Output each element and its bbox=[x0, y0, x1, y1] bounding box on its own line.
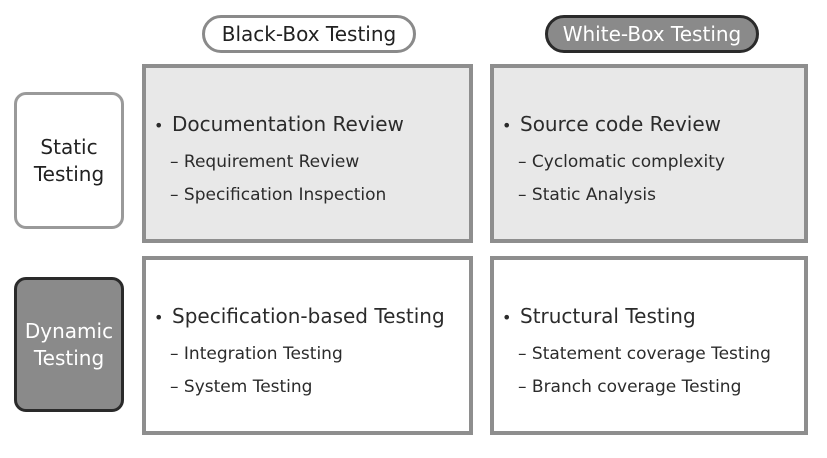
cell-sub-item: – Specification Inspection bbox=[170, 185, 387, 205]
cell-main-text: Source code Review bbox=[520, 112, 721, 136]
cell-sub-item: – Integration Testing bbox=[170, 344, 343, 364]
white-box-label: White-Box Testing bbox=[562, 22, 742, 46]
bullet-icon: • bbox=[154, 116, 164, 135]
cell-main-text: Documentation Review bbox=[172, 112, 404, 136]
dynamic-testing-row-header: Dynamic Testing bbox=[14, 277, 124, 412]
static-label-line2: Testing bbox=[33, 161, 105, 186]
bullet-icon: • bbox=[154, 308, 164, 327]
dynamic-label-line2: Testing bbox=[33, 345, 105, 370]
white-box-column-header: White-Box Testing bbox=[545, 15, 759, 53]
black-box-dynamic-cell: • Specification-based Testing – Integrati… bbox=[142, 256, 473, 435]
cell-sub-item: – Requirement Review bbox=[170, 152, 360, 172]
cell-main-item: • Specification-based Testing bbox=[154, 304, 445, 328]
cell-sub-item: – Cyclomatic complexity bbox=[518, 152, 725, 172]
cell-sub-item: – Branch coverage Testing bbox=[518, 377, 742, 397]
bullet-icon: • bbox=[502, 116, 512, 135]
static-testing-row-header: Static Testing bbox=[14, 92, 124, 229]
white-box-dynamic-cell: • Structural Testing – Statement coverage… bbox=[490, 256, 808, 435]
cell-main-item: • Source code Review bbox=[502, 112, 721, 136]
cell-main-item: • Structural Testing bbox=[502, 304, 696, 328]
dynamic-label-line1: Dynamic bbox=[24, 318, 114, 343]
cell-main-text: Structural Testing bbox=[520, 304, 696, 328]
cell-sub-item: – System Testing bbox=[170, 377, 313, 397]
black-box-label: Black-Box Testing bbox=[221, 22, 397, 46]
cell-main-text: Specification-based Testing bbox=[172, 304, 445, 328]
cell-sub-item: – Statement coverage Testing bbox=[518, 344, 771, 364]
bullet-icon: • bbox=[502, 308, 512, 327]
cell-main-item: • Documentation Review bbox=[154, 112, 404, 136]
cell-sub-item: – Static Analysis bbox=[518, 185, 656, 205]
black-box-column-header: Black-Box Testing bbox=[202, 15, 416, 53]
white-box-static-cell: • Source code Review – Cyclomatic complex… bbox=[490, 64, 808, 243]
black-box-static-cell: • Documentation Review – Requirement Revi… bbox=[142, 64, 473, 243]
static-label-line1: Static bbox=[40, 134, 98, 159]
